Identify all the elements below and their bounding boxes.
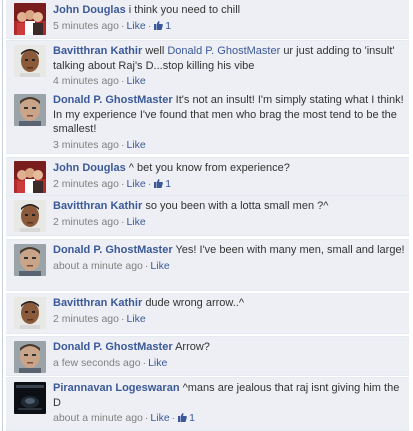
comment-timestamp[interactable]: 2 minutes ago <box>53 216 119 228</box>
comment-item: John Douglas ^ bet you know from experie… <box>6 157 409 196</box>
commenter-name[interactable]: Donald P. GhostMaster <box>53 341 173 353</box>
like-button[interactable]: Like <box>126 313 145 325</box>
comment-text: ^ bet you know from experience? <box>128 162 290 174</box>
thumbs-up-icon <box>178 413 188 422</box>
commenter-name[interactable]: Bavitthran Kathir <box>53 297 142 309</box>
avatar-bavitthran-kathir[interactable] <box>14 45 46 77</box>
comment-body: Donald P. GhostMaster Arrow? a few secon… <box>53 340 405 371</box>
like-button[interactable]: Like <box>126 216 145 228</box>
commenter-name[interactable]: Bavitthran Kathir <box>53 45 142 57</box>
comment-meta: about a minute ago · Like · 1 <box>53 410 405 426</box>
comment-timestamp[interactable]: 2 minutes ago <box>53 178 119 190</box>
like-count-value: 1 <box>189 412 196 424</box>
comment-item: Pirannavan Logeswaran ^mans are jealous … <box>6 377 409 431</box>
like-button[interactable]: Like <box>150 260 169 272</box>
avatar-donald-ghostmaster[interactable] <box>14 94 46 126</box>
avatar-bavitthran-kathir[interactable] <box>14 200 46 232</box>
avatar-bavitthran-kathir[interactable] <box>14 297 46 329</box>
like-button[interactable]: Like <box>126 75 145 87</box>
comment-timestamp[interactable]: a few seconds ago <box>53 357 141 369</box>
comment-meta: 5 minutes ago · Like · 1 <box>53 18 405 34</box>
like-button[interactable]: Like <box>126 139 145 151</box>
comment-item: Donald P. GhostMaster Yes! I've been wit… <box>6 239 409 291</box>
comment-item: Bavitthran Kathir dude wrong arrow..^ 2 … <box>6 293 409 334</box>
comment-body: Bavitthran Kathir dude wrong arrow..^ 2 … <box>53 296 405 327</box>
comment-timestamp[interactable]: 2 minutes ago <box>53 313 119 325</box>
avatar-john-douglas[interactable] <box>14 3 46 35</box>
like-count[interactable]: 1 <box>153 178 171 190</box>
avatar-pirannavan-logeswaran[interactable] <box>14 382 46 414</box>
comment-meta: 4 minutes ago · Like <box>53 73 405 89</box>
mention-link[interactable]: Donald P. GhostMaster <box>167 45 280 57</box>
like-button[interactable]: Like <box>150 412 169 424</box>
commenter-name[interactable]: John Douglas <box>53 4 126 16</box>
comment-text: well <box>145 45 165 57</box>
like-button[interactable]: Like <box>126 178 145 190</box>
like-button[interactable]: Like <box>126 20 145 32</box>
comment-item: Bavitthran Kathir well Donald P. GhostMa… <box>6 40 409 91</box>
comment-body: Pirannavan Logeswaran ^mans are jealous … <box>53 381 405 426</box>
comment-meta: about a minute ago · Like <box>53 258 405 274</box>
like-button[interactable]: Like <box>148 357 167 369</box>
comment-timestamp[interactable]: 4 minutes ago <box>53 75 119 87</box>
comment-meta: 2 minutes ago · Like <box>53 214 405 230</box>
avatar-donald-ghostmaster[interactable] <box>14 244 46 276</box>
comment-body: Bavitthran Kathir well Donald P. GhostMa… <box>53 44 405 89</box>
comment-body: Donald P. GhostMaster Yes! I've been wit… <box>53 243 405 274</box>
comment-text: i think you need to chill <box>128 4 241 16</box>
comment-text: Yes! I've been with many men, small and … <box>175 244 405 256</box>
commenter-name[interactable]: Pirannavan Logeswaran <box>53 382 180 394</box>
avatar-john-douglas[interactable] <box>14 161 46 193</box>
comment-item: Bavitthran Kathir so you been with a lot… <box>6 196 409 236</box>
meta-separator: · <box>142 356 147 369</box>
avatar-donald-ghostmaster[interactable] <box>14 341 46 373</box>
like-count[interactable]: 1 <box>177 412 195 424</box>
comment-text: so you been with a lotta small men ?^ <box>145 200 329 212</box>
commenter-name[interactable]: Bavitthran Kathir <box>53 200 142 212</box>
commenter-name[interactable]: Donald P. GhostMaster <box>53 244 173 256</box>
thumbs-up-icon <box>154 178 164 188</box>
commenter-name[interactable]: Donald P. GhostMaster <box>53 94 173 106</box>
comment-meta: 2 minutes ago · Like · 1 <box>53 176 405 192</box>
comment-meta: 3 minutes ago · Like <box>53 137 405 153</box>
comment-text: Arrow? <box>175 341 210 353</box>
commenter-name[interactable]: John Douglas <box>53 162 126 174</box>
comment-timestamp[interactable]: about a minute ago <box>53 412 143 424</box>
comment-body: Bavitthran Kathir so you been with a lot… <box>53 199 405 230</box>
comment-item: Donald P. GhostMaster It's not an insult… <box>6 90 409 154</box>
comment-timestamp[interactable]: 5 minutes ago <box>53 20 119 32</box>
like-count[interactable]: 1 <box>153 20 171 32</box>
comment-body: John Douglas ^ bet you know from experie… <box>53 161 405 192</box>
comment-thread: John Douglas i think you need to chill 5… <box>0 0 413 431</box>
comment-meta: a few seconds ago · Like <box>53 355 405 371</box>
comment-text: dude wrong arrow..^ <box>145 297 245 309</box>
like-count-value: 1 <box>165 19 172 32</box>
comment-meta: 2 minutes ago · Like <box>53 311 405 327</box>
thread-border <box>2 0 3 431</box>
thumbs-up-icon <box>154 20 164 30</box>
like-count-value: 1 <box>165 177 172 190</box>
comment-timestamp[interactable]: 3 minutes ago <box>53 139 119 151</box>
comment-body: Donald P. GhostMaster It's not an insult… <box>53 93 405 153</box>
comment-body: John Douglas i think you need to chill 5… <box>53 3 405 34</box>
comment-item: Donald P. GhostMaster Arrow? a few secon… <box>6 336 409 376</box>
comment-item: John Douglas i think you need to chill 5… <box>6 0 409 39</box>
comment-timestamp[interactable]: about a minute ago <box>53 260 143 272</box>
